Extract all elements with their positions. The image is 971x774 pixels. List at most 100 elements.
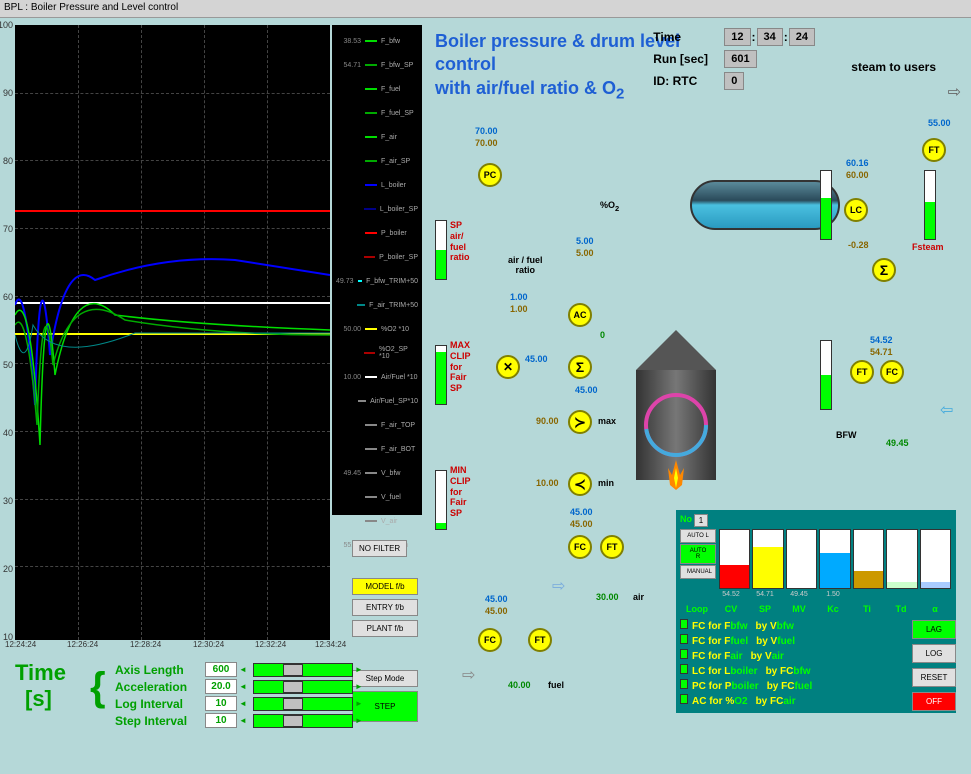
x-tick: 12:30:24 — [193, 640, 224, 649]
airfuel-sp: 1.00 — [510, 292, 528, 302]
multiply-block[interactable]: ✕ — [496, 355, 520, 379]
fc-bfw-out: 49.45 — [886, 438, 909, 448]
auto-r-button[interactable]: AUTO R — [680, 544, 716, 564]
time-settings: Axis Length600◄► Acceleration20.0◄► Log In… — [115, 662, 365, 730]
y-tick: 20 — [3, 564, 13, 574]
max-clip-bar[interactable] — [435, 345, 447, 405]
time-setting-row: Log Interval10◄► — [115, 696, 365, 711]
ac-sp: 5.00 — [576, 236, 594, 246]
y-tick: 50 — [3, 360, 13, 370]
loop-bar[interactable] — [752, 529, 783, 589]
min-selector[interactable]: ≺ — [568, 472, 592, 496]
lag-button[interactable]: LAG — [912, 620, 956, 639]
y-tick: 90 — [3, 88, 13, 98]
chart-legend: 38.53F_bfw54.71F_bfw_SPF_fuelF_fuel_SPF_… — [332, 25, 422, 515]
model-fb-button[interactable]: MODEL f/b — [352, 578, 418, 595]
sigma-block[interactable]: Σ — [568, 355, 592, 379]
loop-bar[interactable] — [886, 529, 917, 589]
min-clip-label: MIN CLIP for Fair SP — [450, 465, 471, 519]
time-setting-row: Step Interval10◄► — [115, 713, 365, 728]
time-setting-row: Acceleration20.0◄► — [115, 679, 365, 694]
reset-button[interactable]: RESET — [912, 668, 956, 687]
loop-bar[interactable] — [719, 529, 750, 589]
status-panel: Time 12: 34: 24 Run [sec] 601 ID: RTC 0 — [653, 28, 816, 94]
lc-err: -0.28 — [848, 240, 869, 250]
mult-out: 45.00 — [525, 354, 548, 364]
fc-air-out: 30.00 — [596, 592, 619, 602]
pc-pv: 70.00 — [475, 138, 498, 148]
chart-traces — [15, 25, 330, 640]
fuel-label: fuel — [548, 680, 564, 690]
time-label: Time — [653, 30, 723, 44]
ac-out: 0 — [600, 330, 605, 340]
loop-bar[interactable] — [786, 529, 817, 589]
lc-pv: 60.00 — [846, 170, 869, 180]
fc-bfw-bar[interactable] — [820, 340, 832, 410]
fc-fuel-sp: 45.00 — [485, 594, 508, 604]
pc-controller[interactable]: PC — [478, 163, 502, 187]
lc-sigma[interactable]: Σ — [872, 258, 896, 282]
loop-bar[interactable] — [920, 529, 951, 589]
pc-sp: 70.00 — [475, 126, 498, 136]
lc-controller[interactable]: LC — [844, 198, 868, 222]
trend-chart[interactable] — [15, 25, 330, 640]
log-button[interactable]: LOG — [912, 644, 956, 663]
fc-bfw-controller[interactable]: FC — [880, 360, 904, 384]
max-limit: 90.00 — [536, 416, 559, 426]
manual-button[interactable]: MANUAL — [680, 565, 716, 579]
sp-ratio-bar[interactable] — [435, 220, 447, 280]
chart-x-axis: 12:24:24 12:26:24 12:28:24 12:30:24 12:3… — [15, 640, 330, 655]
airfuel-pv: 1.00 — [510, 304, 528, 314]
loop-no-val[interactable]: 1 — [694, 514, 708, 527]
filter-button[interactable]: NO FILTER — [352, 540, 407, 557]
loop-bar[interactable] — [853, 529, 884, 589]
min-clip-bar[interactable] — [435, 470, 447, 530]
ft-air[interactable]: FT — [600, 535, 624, 559]
ft-steam[interactable]: FT — [922, 138, 946, 162]
ft-bfw[interactable]: FT — [850, 360, 874, 384]
airfuel-label: air / fuel ratio — [508, 255, 543, 275]
fc-air-sp: 45.00 — [570, 507, 593, 517]
y-tick: 60 — [3, 292, 13, 302]
fc-air-pv: 45.00 — [570, 519, 593, 529]
fc-bfw-pv: 54.71 — [870, 347, 893, 357]
air-label: air — [633, 592, 644, 602]
y-tick: 80 — [3, 156, 13, 166]
fc-air-controller[interactable]: FC — [568, 535, 592, 559]
max-selector[interactable]: ≻ — [568, 410, 592, 434]
fsteam-label: Fsteam — [912, 242, 944, 253]
time-s: 24 — [789, 28, 815, 46]
time-panel: Time [s] — [15, 660, 66, 712]
bfw-label: BFW — [836, 430, 857, 440]
entry-fb-button[interactable]: ENTRY f/b — [352, 599, 418, 616]
sp-ratio-label: SP air/ fuel ratio — [450, 220, 470, 263]
time-h: 12 — [724, 28, 750, 46]
steam-arrow-icon: ⇨ — [948, 82, 961, 102]
lc-sp: 60.16 — [846, 158, 869, 168]
lc-bar[interactable] — [820, 170, 832, 240]
fc-fuel-out: 40.00 — [508, 680, 531, 690]
sigma-out: 45.00 — [575, 385, 598, 395]
fc-bfw-sp: 54.52 — [870, 335, 893, 345]
y-tick: 40 — [3, 428, 13, 438]
auto-l-button[interactable]: AUTO L — [680, 529, 716, 543]
min-limit: 10.00 — [536, 478, 559, 488]
ft-steam-bar[interactable] — [924, 170, 936, 240]
fc-fuel-pv: 45.00 — [485, 606, 508, 616]
y-tick: 70 — [3, 224, 13, 234]
loop-bar[interactable] — [819, 529, 850, 589]
plant-fb-button[interactable]: PLANT f/b — [352, 620, 418, 637]
y-tick: 100 — [0, 20, 13, 30]
x-tick: 12:24:24 — [5, 640, 36, 649]
time-setting-row: Axis Length600◄► — [115, 662, 365, 677]
fc-fuel-controller[interactable]: FC — [478, 628, 502, 652]
ac-pv: 5.00 — [576, 248, 594, 258]
furnace — [636, 330, 716, 510]
ft-fuel[interactable]: FT — [528, 628, 552, 652]
off-button[interactable]: OFF — [912, 692, 956, 711]
x-tick: 12:26:24 — [67, 640, 98, 649]
id-val: 0 — [724, 72, 744, 90]
x-tick: 12:32:24 — [255, 640, 286, 649]
time-m: 34 — [757, 28, 783, 46]
ac-controller[interactable]: AC — [568, 303, 592, 327]
